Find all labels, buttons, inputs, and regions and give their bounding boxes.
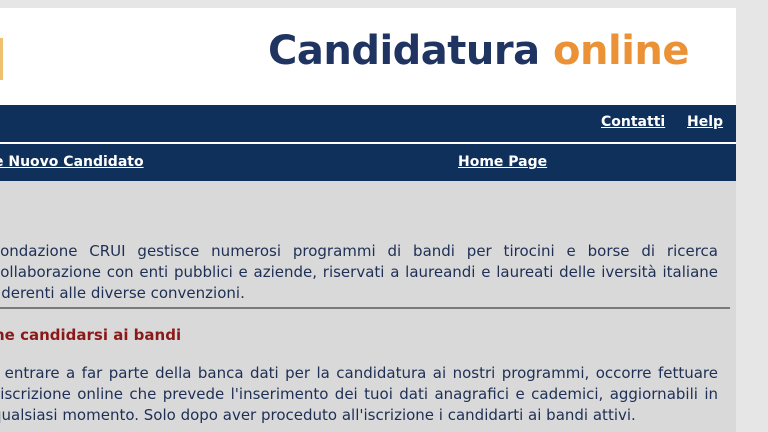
- sub-nav-bar: e Nuovo Candidato Home Page: [0, 144, 736, 181]
- help-link[interactable]: Help: [687, 114, 723, 130]
- site-header: Candidatura online: [0, 8, 736, 105]
- logo-main-text: Candidatura: [268, 28, 540, 74]
- contacts-link[interactable]: Contatti: [601, 114, 665, 130]
- intro-paragraph: Fondazione CRUI gestisce numerosi progra…: [0, 242, 718, 302]
- content-rule: [0, 307, 730, 309]
- new-candidate-link[interactable]: e Nuovo Candidato: [0, 154, 144, 170]
- section-paragraph: r entrare a far parte della banca dati p…: [0, 364, 718, 424]
- logo-edge-fragment: [0, 38, 3, 80]
- site-logo[interactable]: Candidatura online: [268, 28, 690, 74]
- section-title: ne candidarsi ai bandi: [0, 326, 182, 344]
- main-content: Fondazione CRUI gestisce numerosi progra…: [0, 181, 736, 432]
- top-nav-bar: Contatti Help: [0, 105, 736, 142]
- page: Candidatura online Contatti Help e Nuovo…: [0, 8, 736, 432]
- home-page-link[interactable]: Home Page: [458, 154, 547, 170]
- logo-accent-text: online: [553, 28, 690, 74]
